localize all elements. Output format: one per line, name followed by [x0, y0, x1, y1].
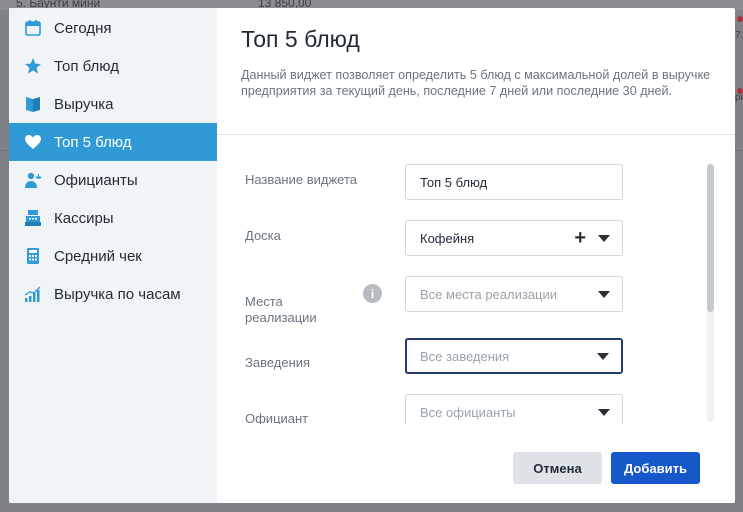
waiter-icon — [23, 170, 43, 190]
sidebar-item-label: Топ 5 блюд — [54, 133, 132, 151]
calendar-icon — [23, 18, 43, 38]
bar-chart-icon — [23, 284, 43, 304]
sidebar-item-waiters[interactable]: Официанты — [9, 161, 217, 199]
background-side-text-a: 7. — [735, 30, 743, 41]
background-side-text-b: ри — [735, 92, 743, 103]
widget-type-sidebar: Сегодня Топ блюд Выручка Топ 5 блюд Офиц… — [9, 8, 217, 503]
sidebar-item-label: Выручка — [54, 95, 114, 113]
sidebar-item-hourly-revenue[interactable]: Выручка по часам — [9, 275, 217, 313]
board-value: Кофейня — [420, 230, 475, 246]
dialog-header: Топ 5 блюд Данный виджет позволяет опред… — [217, 8, 735, 135]
sidebar-item-label: Кассиры — [54, 209, 114, 227]
chevron-down-icon — [598, 409, 610, 416]
widget-name-input[interactable]: Топ 5 блюд — [405, 164, 623, 200]
heart-icon — [23, 132, 43, 152]
widget-name-label: Название виджета — [245, 172, 357, 187]
form-scrollbar-thumb[interactable] — [707, 164, 714, 312]
chevron-down-icon — [598, 291, 610, 298]
sidebar-item-cashiers[interactable]: Кассиры — [9, 199, 217, 237]
widget-settings-panel: Топ 5 блюд Данный виджет позволяет опред… — [217, 8, 735, 503]
board-label: Доска — [245, 228, 281, 243]
revenue-icon — [23, 94, 43, 114]
sidebar-item-label: Выручка по часам — [54, 285, 181, 303]
star-icon — [23, 56, 43, 76]
sidebar-item-top-5-dishes[interactable]: Топ 5 блюд — [9, 123, 217, 161]
sidebar-item-label: Сегодня — [54, 19, 112, 37]
chevron-down-icon — [597, 353, 609, 360]
waiter-placeholder: Все официанты — [420, 404, 516, 420]
venues-label: Заведения — [245, 355, 311, 370]
calculator-icon — [23, 246, 43, 266]
info-icon[interactable]: i — [363, 284, 382, 303]
add-widget-dialog: Сегодня Топ блюд Выручка Топ 5 блюд Офиц… — [9, 8, 735, 503]
venues-select[interactable]: Все заведения — [405, 338, 623, 374]
places-placeholder: Все места реализации — [420, 286, 558, 302]
sidebar-item-top-dishes[interactable]: Топ блюд — [9, 47, 217, 85]
chevron-down-icon — [598, 235, 610, 242]
sidebar-item-revenue[interactable]: Выручка — [9, 85, 217, 123]
sidebar-item-label: Средний чек — [54, 247, 142, 265]
cash-register-icon — [23, 208, 43, 228]
widget-settings-form: Название виджета Топ 5 блюд Доска Кофейн… — [217, 136, 717, 424]
add-button[interactable]: Добавить — [611, 452, 700, 484]
venues-placeholder: Все заведения — [420, 348, 510, 364]
sidebar-item-label: Топ блюд — [54, 57, 119, 75]
add-board-icon[interactable]: + — [574, 228, 586, 248]
sidebar-item-today[interactable]: Сегодня — [9, 9, 217, 47]
background-indicator — [737, 16, 743, 22]
sidebar-item-average-check[interactable]: Средний чек — [9, 237, 217, 275]
dialog-description: Данный виджет позволяет определить 5 блю… — [241, 68, 711, 98]
sidebar-item-label: Официанты — [54, 171, 138, 189]
places-select[interactable]: Все места реализации — [405, 276, 623, 312]
waiter-label: Официант — [245, 411, 309, 424]
widget-name-value: Топ 5 блюд — [420, 174, 488, 190]
dialog-title: Топ 5 блюд — [241, 26, 360, 52]
cancel-button[interactable]: Отмена — [513, 452, 602, 484]
waiter-select[interactable]: Все официанты — [405, 394, 623, 424]
board-select[interactable]: Кофейня + — [405, 220, 623, 256]
places-label: Места реализации — [245, 294, 317, 325]
